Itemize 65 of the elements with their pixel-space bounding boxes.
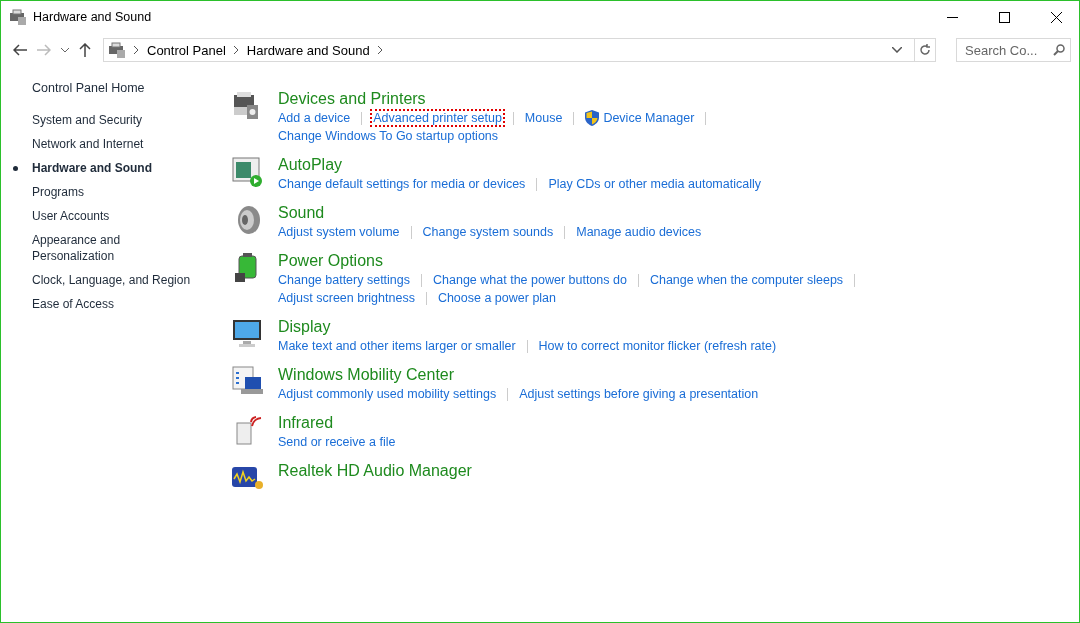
task-link[interactable]: Adjust system volume: [275, 223, 403, 241]
search-field[interactable]: Search Co...: [956, 38, 1071, 62]
autoplay-icon: [231, 155, 264, 188]
address-bar[interactable]: Control Panel Hardware and Sound: [103, 38, 915, 62]
task-link[interactable]: Make text and other items larger or smaller: [275, 337, 519, 355]
task-link[interactable]: Manage audio devices: [573, 223, 705, 241]
task-link[interactable]: Send or receive a file: [275, 433, 399, 451]
minimize-icon: [946, 16, 958, 18]
up-arrow-icon: [79, 43, 91, 57]
sidebar-item[interactable]: Ease of Access: [32, 296, 198, 312]
printer-icon: [108, 42, 126, 58]
category-title[interactable]: Power Options: [278, 251, 867, 271]
task-link[interactable]: Change default settings for media or devices: [275, 175, 529, 193]
sidebar-item[interactable]: Appearance and Personalization: [32, 232, 198, 264]
sidebar-item[interactable]: Network and Internet: [32, 136, 198, 152]
sidebar-item[interactable]: Hardware and Sound: [32, 160, 198, 176]
chevron-right-icon[interactable]: [134, 46, 139, 54]
sidebar-item[interactable]: User Accounts: [32, 208, 198, 224]
task-link[interactable]: Play CDs or other media automatically: [545, 175, 764, 193]
task-link[interactable]: Mouse: [521, 109, 566, 127]
breadcrumb[interactable]: Hardware and Sound: [246, 42, 370, 58]
category-title[interactable]: Infrared: [278, 413, 396, 433]
category-title[interactable]: Display: [278, 317, 777, 337]
forward-arrow-icon: [37, 44, 51, 56]
category-title[interactable]: Windows Mobility Center: [278, 365, 759, 385]
category-title[interactable]: Realtek HD Audio Manager: [278, 461, 472, 481]
task-link[interactable]: Adjust commonly used mobility settings: [275, 385, 500, 403]
task-link[interactable]: Change Windows To Go startup options: [275, 127, 502, 145]
maximize-icon: [998, 11, 1010, 23]
window-title: Hardware and Sound: [33, 10, 153, 24]
search-icon: [1053, 44, 1065, 56]
sidebar-link[interactable]: Control Panel Home: [32, 81, 199, 95]
category-title[interactable]: AutoPlay: [278, 155, 761, 175]
monitor-icon: [231, 317, 264, 350]
shield-icon: [585, 110, 600, 126]
task-link[interactable]: Change battery settings: [275, 271, 414, 289]
recent-dropdown-button[interactable]: [59, 45, 71, 55]
task-link[interactable]: Device Manager: [582, 108, 698, 128]
task-link[interactable]: Advanced printer setup: [370, 109, 505, 127]
printer-icon: [9, 9, 27, 25]
bullet-icon: [13, 166, 18, 171]
sidebar-item[interactable]: Programs: [32, 184, 198, 200]
close-icon: [1050, 11, 1062, 23]
task-link[interactable]: Change when the computer sleeps: [646, 271, 847, 289]
category-title[interactable]: Devices and Printers: [278, 89, 718, 109]
back-button[interactable]: [11, 42, 29, 58]
task-link[interactable]: Add a device: [275, 109, 354, 127]
task-link[interactable]: Choose a power plan: [434, 289, 560, 307]
task-link[interactable]: Change system sounds: [419, 223, 557, 241]
task-link[interactable]: Change what the power buttons do: [430, 271, 630, 289]
category-title[interactable]: Sound: [278, 203, 702, 223]
sidebar-item[interactable]: System and Security: [32, 112, 198, 128]
chevron-right-icon[interactable]: [233, 46, 239, 54]
chevron-down-icon[interactable]: [892, 47, 902, 53]
task-link[interactable]: Adjust screen brightness: [275, 289, 418, 307]
refresh-button[interactable]: [914, 38, 936, 62]
chevron-right-icon[interactable]: [377, 46, 383, 54]
sidebar-item[interactable]: Clock, Language, and Region: [32, 272, 198, 288]
task-link[interactable]: How to correct monitor flicker (refresh rate): [535, 337, 780, 355]
chevron-down-icon: [61, 47, 69, 53]
refresh-icon: [919, 44, 931, 56]
back-arrow-icon: [13, 44, 27, 56]
up-button[interactable]: [77, 41, 93, 59]
breadcrumb[interactable]: Control Panel: [147, 42, 226, 58]
task-link[interactable]: Adjust settings before giving a presentation: [516, 385, 762, 403]
